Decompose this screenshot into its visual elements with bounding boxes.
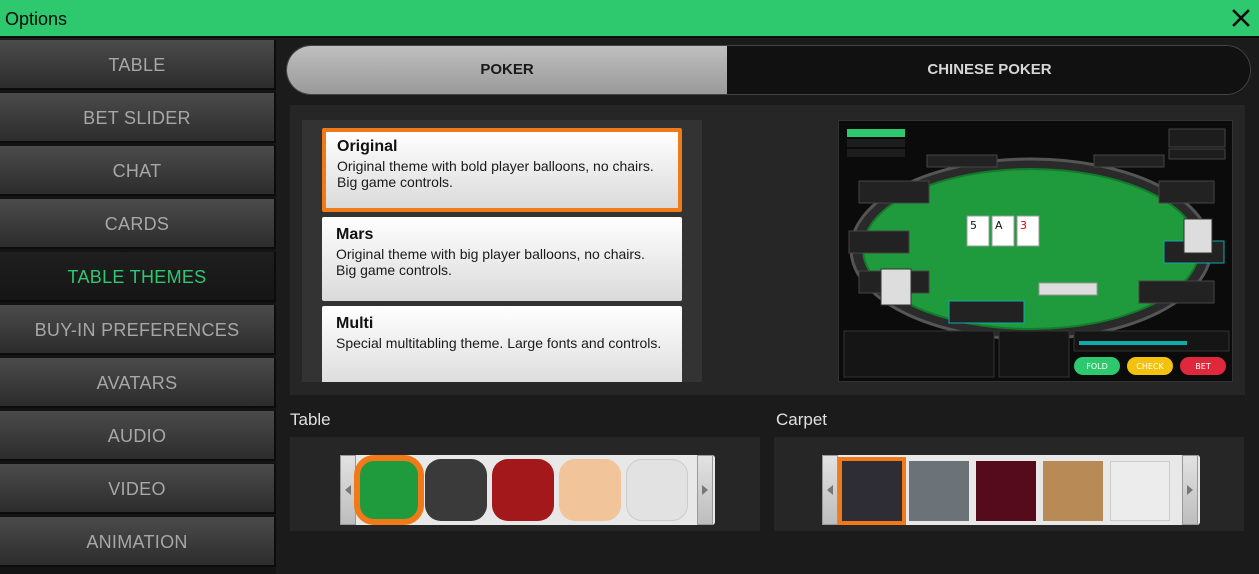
theme-name: Mars [336, 226, 374, 243]
table-swatch-gray[interactable] [425, 459, 487, 521]
carpet-swatch-carousel [822, 455, 1200, 525]
sidebar-item-avatars[interactable]: AVATARS [0, 358, 276, 408]
window-title: Options [5, 9, 68, 29]
close-icon[interactable] [1229, 6, 1253, 30]
carpet-label: Carpet [776, 410, 828, 429]
sidebar-item-table[interactable]: TABLE [0, 40, 276, 90]
game-tabs: POKER CHINESE POKER [286, 45, 1251, 95]
community-cards: 5 A 3 [966, 215, 1040, 247]
theme-list[interactable]: Original Original theme with bold player… [302, 120, 702, 382]
table-next-arrow-icon[interactable] [697, 455, 713, 525]
carpet-swatch-burgundy[interactable] [976, 461, 1036, 521]
sidebar-item-video[interactable]: VIDEO [0, 464, 276, 514]
preview-bet-label: BET [1195, 362, 1211, 371]
sidebar-item-buy-in-preferences[interactable]: BUY-IN PREFERENCES [0, 305, 276, 355]
theme-description: Original theme with bold player balloons… [337, 158, 654, 190]
table-swatch-green[interactable] [356, 457, 422, 523]
preview-card-1: 5 [970, 219, 977, 232]
tab-poker[interactable]: POKER [287, 46, 727, 94]
theme-description: Original theme with big player balloons,… [336, 246, 645, 278]
theme-name: Multi [336, 315, 374, 332]
table-swatch-red[interactable] [492, 459, 554, 521]
preview-check-label: CHECK [1136, 362, 1164, 371]
theme-area: Original Original theme with bold player… [290, 105, 1245, 395]
sidebar-item-bet-slider[interactable]: BET SLIDER [0, 93, 276, 143]
preview-fold-label: FOLD [1086, 362, 1108, 371]
carpet-swatch-panel [774, 437, 1244, 531]
carpet-swatch-slate[interactable] [909, 461, 969, 521]
theme-name: Original [337, 138, 398, 155]
options-sidebar: TABLE BET SLIDER CHAT CARDS TABLE THEMES… [0, 40, 276, 574]
theme-description: Special multitabling theme. Large fonts … [336, 335, 662, 351]
preview-card-2: A [995, 219, 1003, 232]
carpet-swatch-white[interactable] [1110, 461, 1170, 521]
theme-preview: 5 A 3 FOLD CHECK BET [838, 120, 1233, 382]
table-swatch-panel [290, 437, 760, 531]
preview-card-3: 3 [1020, 219, 1027, 232]
theme-option-original[interactable]: Original Original theme with bold player… [322, 128, 682, 212]
theme-option-multi[interactable]: Multi Special multitabling theme. Large … [322, 306, 682, 382]
sidebar-item-audio[interactable]: AUDIO [0, 411, 276, 461]
table-preview-image: 5 A 3 FOLD CHECK BET [839, 121, 1232, 381]
carpet-swatch-tan[interactable] [1043, 461, 1103, 521]
table-swatch-white[interactable] [626, 459, 688, 521]
table-swatch-beige[interactable] [559, 459, 621, 521]
carpet-swatch-charcoal[interactable] [842, 461, 902, 521]
sidebar-item-table-themes[interactable]: TABLE THEMES [0, 252, 276, 302]
title-bar: Options [0, 0, 1259, 38]
table-label: Table [290, 410, 331, 429]
preview-action-buttons: FOLD CHECK BET [1074, 357, 1226, 375]
sidebar-item-cards[interactable]: CARDS [0, 199, 276, 249]
sidebar-item-chat[interactable]: CHAT [0, 146, 276, 196]
options-content: POKER CHINESE POKER Original Original th… [276, 40, 1259, 574]
carpet-prev-arrow-icon[interactable] [822, 455, 838, 525]
theme-option-mars[interactable]: Mars Original theme with big player ball… [322, 217, 682, 301]
carpet-next-arrow-icon[interactable] [1182, 455, 1198, 525]
sidebar-item-animation[interactable]: ANIMATION [0, 517, 276, 567]
table-swatch-carousel [340, 455, 715, 525]
table-prev-arrow-icon[interactable] [340, 455, 356, 525]
tab-chinese-poker[interactable]: CHINESE POKER [727, 46, 1250, 94]
